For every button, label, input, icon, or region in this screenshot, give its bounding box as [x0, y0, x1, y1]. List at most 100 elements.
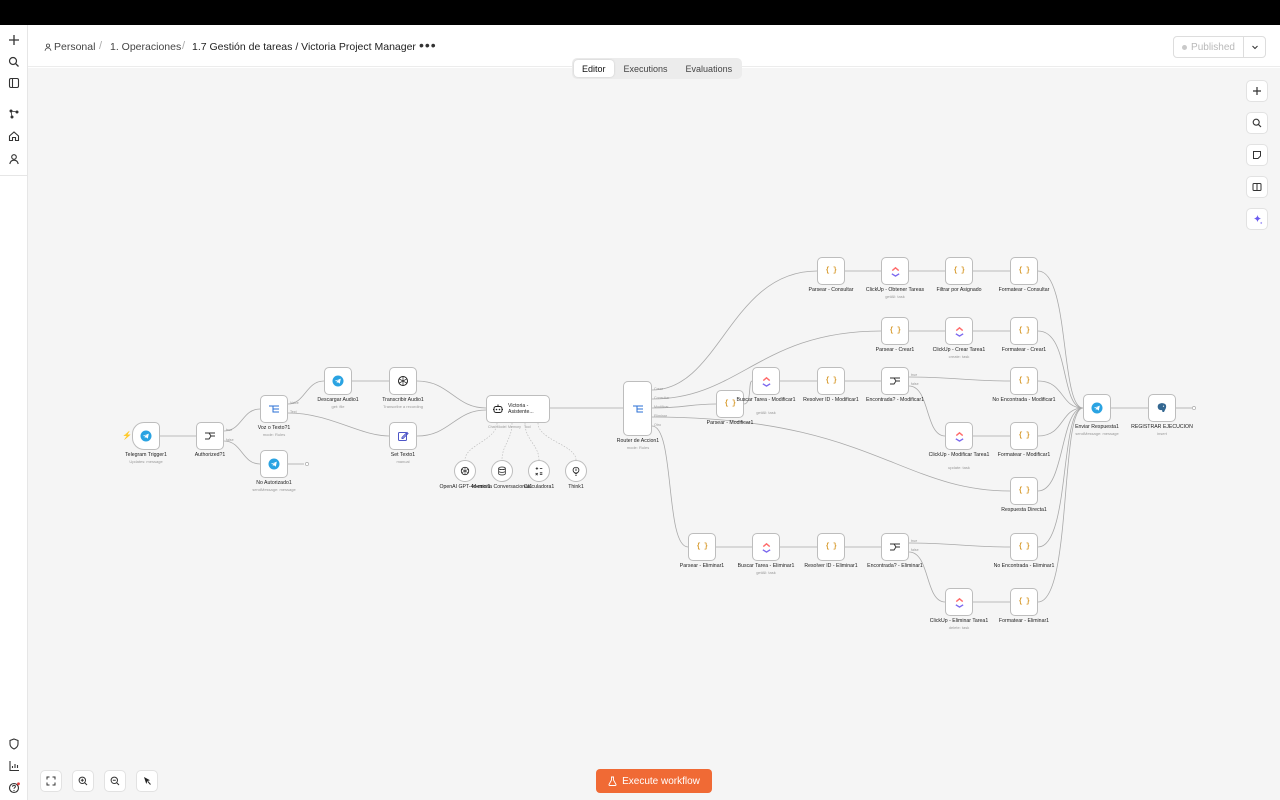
node-memoria[interactable] [491, 460, 513, 482]
tab-executions[interactable]: Executions [616, 60, 676, 77]
code-icon: { } [1018, 598, 1030, 606]
add-node-button[interactable] [1246, 80, 1268, 102]
if-icon [890, 377, 900, 385]
node-parsear-crear[interactable]: { } [881, 317, 909, 345]
panel-icon [1252, 183, 1262, 191]
left-sidebar [0, 25, 28, 800]
node-formatear-modificar[interactable]: { } [1010, 422, 1038, 450]
node-filtrar[interactable]: { } [945, 257, 973, 285]
node-clickup-crear[interactable] [945, 317, 973, 345]
node-label: Formatear - Modificar1 [997, 452, 1051, 458]
zoom-out-button[interactable] [104, 770, 126, 792]
port-label: Eliminar [654, 414, 667, 418]
toggle-panel-button[interactable] [1246, 176, 1268, 198]
node-subtitle: sendMessage: message [252, 487, 296, 492]
node-no-encontrada-modificar[interactable]: { } [1010, 367, 1038, 395]
port-label: true [911, 373, 918, 377]
node-label: Authorized?1 [194, 452, 226, 458]
node-no-encontrada-eliminar[interactable]: { } [1010, 533, 1038, 561]
workflow-name[interactable]: 1.7 Gestión de tareas / Victoria Project… [192, 41, 416, 53]
node-descargar-audio[interactable] [324, 367, 352, 395]
node-resolver-modificar[interactable]: { } [817, 367, 845, 395]
node-router[interactable] [623, 381, 652, 436]
add-icon[interactable] [4, 30, 24, 50]
search-icon[interactable] [4, 52, 24, 72]
node-buscar-modificar[interactable] [752, 367, 780, 395]
home-icon[interactable] [4, 126, 24, 146]
ai-assistant-button[interactable] [1246, 208, 1268, 230]
more-options-icon[interactable]: ••• [419, 37, 437, 53]
shield-check-icon[interactable] [4, 734, 24, 754]
node-transcribir-audio[interactable] [389, 367, 417, 395]
node-resolver-eliminar[interactable]: { } [817, 533, 845, 561]
search-icon [1252, 118, 1262, 128]
tab-editor[interactable]: Editor [574, 60, 614, 77]
node-formatear-crear[interactable]: { } [1010, 317, 1038, 345]
port-label: false [911, 382, 919, 386]
code-icon: { } [1018, 543, 1030, 551]
fit-view-button[interactable] [40, 770, 62, 792]
code-icon: { } [889, 327, 901, 335]
node-subtitle: update: task [948, 465, 970, 470]
tidy-up-button[interactable] [136, 770, 158, 792]
publish-status[interactable]: Published [1174, 37, 1244, 57]
node-parsear-eliminar[interactable]: { } [688, 533, 716, 561]
zoom-in-icon [78, 776, 88, 786]
node-formatear-eliminar[interactable]: { } [1010, 588, 1038, 616]
node-label: Victoria - Asistente... [508, 403, 534, 415]
cursor-icon [144, 777, 151, 785]
insights-icon[interactable] [4, 756, 24, 776]
node-encontrada-modificar[interactable] [881, 367, 909, 395]
node-label: REGISTRAR EJECUCION [1131, 424, 1193, 430]
breadcrumb-separator: / [182, 40, 186, 52]
code-icon: { } [825, 267, 837, 275]
agent-icon [493, 404, 503, 413]
top-system-bar [0, 0, 1280, 25]
sticky-note-button[interactable] [1246, 144, 1268, 166]
user-icon[interactable] [4, 149, 24, 169]
node-label: No Autorizado1 [256, 480, 292, 486]
plus-icon [1253, 87, 1261, 95]
execute-workflow-button[interactable]: Execute workflow [596, 769, 712, 793]
search-nodes-button[interactable] [1246, 112, 1268, 134]
switch-icon [269, 405, 279, 413]
code-icon: { } [1018, 327, 1030, 335]
node-telegram-trigger[interactable] [132, 422, 160, 450]
node-set-texto[interactable] [389, 422, 417, 450]
code-icon: { } [825, 377, 837, 385]
node-clickup-eliminar[interactable] [945, 588, 973, 616]
node-subtitle: delete: task [948, 625, 970, 630]
node-clickup-obtener[interactable] [881, 257, 909, 285]
node-authorized[interactable] [196, 422, 224, 450]
node-openai-model[interactable] [454, 460, 476, 482]
node-victoria-agent[interactable]: Victoria - Asistente... [486, 395, 550, 423]
node-think[interactable] [565, 460, 587, 482]
code-icon: { } [825, 543, 837, 551]
tab-evaluations[interactable]: Evaluations [678, 60, 741, 77]
node-registrar-ejecucion[interactable] [1148, 394, 1176, 422]
node-no-autorizado[interactable] [260, 450, 288, 478]
breadcrumb-project[interactable]: Personal [44, 41, 95, 53]
help-icon[interactable] [4, 778, 24, 798]
publish-button[interactable]: Published [1173, 36, 1266, 58]
node-voz-o-texto[interactable] [260, 395, 288, 423]
panel-toggle-icon[interactable] [4, 73, 24, 93]
node-buscar-eliminar[interactable] [752, 533, 780, 561]
zoom-in-button[interactable] [72, 770, 94, 792]
node-label: Respuesta Directa1 [1001, 507, 1047, 513]
node-parsear-consultar[interactable]: { } [817, 257, 845, 285]
templates-icon[interactable] [4, 104, 24, 124]
chevron-down-icon[interactable] [1244, 37, 1265, 57]
node-formatear-consultar[interactable]: { } [1010, 257, 1038, 285]
node-enviar-respuesta[interactable] [1083, 394, 1111, 422]
node-calculadora[interactable] [528, 460, 550, 482]
sticky-note-icon [1253, 151, 1261, 159]
status-dot-icon [1182, 44, 1188, 50]
view-tabs: Editor Executions Evaluations [572, 58, 743, 79]
node-subtitle: getAll: task [885, 294, 905, 299]
node-encontrada-eliminar[interactable] [881, 533, 909, 561]
node-clickup-modificar[interactable] [945, 422, 973, 450]
node-respuesta-directa[interactable]: { } [1010, 477, 1038, 505]
node-label: Transcribir Audio1 [382, 397, 424, 403]
breadcrumb-folder[interactable]: 1. Operaciones [110, 41, 181, 53]
